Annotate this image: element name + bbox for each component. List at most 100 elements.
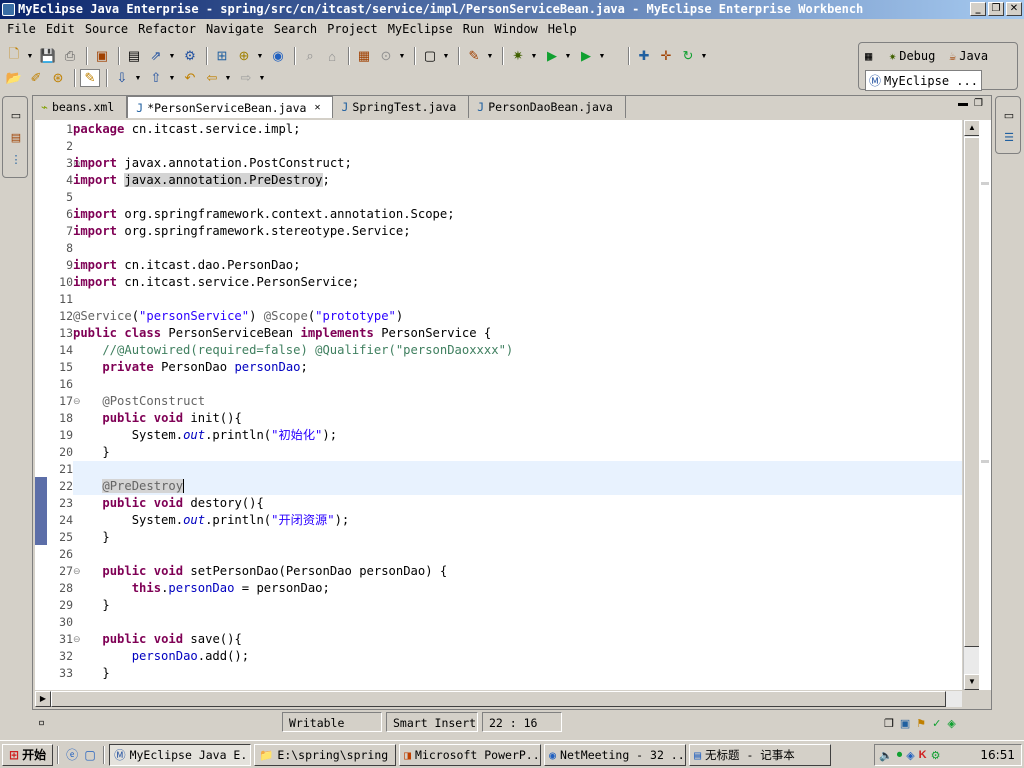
code-line[interactable]: } [73, 597, 962, 614]
debug-dropdown-icon[interactable]: ▼ [530, 47, 538, 65]
menu-window[interactable]: Window [489, 19, 542, 39]
code-line[interactable]: this.personDao = personDao; [73, 580, 962, 597]
tab-person-dao-bean[interactable]: J PersonDaoBean.java [469, 96, 626, 118]
code-line[interactable]: } [73, 444, 962, 461]
deploy-dropdown-icon[interactable]: ▼ [168, 47, 176, 65]
close-tab-icon[interactable]: ✕ [314, 102, 320, 113]
code-line[interactable] [73, 240, 962, 257]
tab-beans-xml[interactable]: ⌁ beans.xml [33, 96, 128, 118]
scroll-down-icon[interactable]: ▼ [964, 674, 980, 690]
scroll-up-icon[interactable]: ▲ [964, 120, 980, 136]
fast-view-icon[interactable]: ▫ [32, 712, 278, 732]
record-icon[interactable]: ⏺ [897, 749, 903, 762]
code-line[interactable]: System.out.println("开闭资源"); [73, 512, 962, 529]
forward-dropdown-icon[interactable]: ▼ [258, 69, 266, 87]
hierarchy-icon[interactable]: ⋮ [9, 153, 23, 167]
console-view-icon[interactable]: ▣ [900, 717, 910, 730]
code-line[interactable] [73, 291, 962, 308]
tray-app-icon[interactable]: ⚙ [931, 749, 941, 762]
k-icon[interactable]: K [919, 749, 927, 761]
task-explorer[interactable]: 📁 E:\spring\spring [254, 743, 397, 766]
code-editor[interactable]: 123⊖4567891011121314151617⊖1819202122⊖23… [35, 120, 962, 690]
back-icon[interactable]: ⇦ [202, 69, 222, 87]
horizontal-scroll-thumb[interactable] [51, 691, 946, 707]
network-icon[interactable]: ◈ [906, 749, 914, 762]
new-class-icon[interactable]: ✚ [634, 47, 654, 65]
show-desktop-icon[interactable]: ▢ [81, 746, 99, 764]
code-line[interactable] [73, 138, 962, 155]
forward-icon[interactable]: ⇨ [236, 69, 256, 87]
globe-icon[interactable]: ◉ [268, 47, 288, 65]
code-line[interactable]: //@Autowired(required=false) @Qualifier(… [73, 342, 962, 359]
package-icon[interactable]: ▣ [92, 47, 112, 65]
start-button[interactable]: ⊞ 开始 [2, 743, 54, 766]
restore-button[interactable]: ❐ [988, 2, 1004, 16]
menu-help[interactable]: Help [543, 19, 582, 39]
minimize-editor-icon[interactable]: ▬ [958, 98, 968, 109]
horizontal-scrollbar[interactable]: ◀ ▶ [35, 691, 962, 707]
code-line[interactable] [73, 546, 962, 563]
task-icon[interactable]: ▦ [354, 47, 374, 65]
code-line[interactable]: personDao.add(); [73, 648, 962, 665]
console-dropdown-icon[interactable]: ▼ [442, 47, 450, 65]
search-folder-icon[interactable]: ⊛ [48, 69, 68, 87]
menu-search[interactable]: Search [269, 19, 322, 39]
scroll-right-icon[interactable]: ▶ [35, 691, 51, 707]
code-line[interactable]: public void save(){ [73, 631, 962, 648]
code-line[interactable]: @PreDestroy [73, 478, 962, 495]
new-interface-icon[interactable]: ✛ [656, 47, 676, 65]
code-line[interactable]: public class PersonServiceBean implement… [73, 325, 962, 342]
back-dropdown-icon[interactable]: ▼ [224, 69, 232, 87]
code-line[interactable]: import cn.itcast.dao.PersonDao; [73, 257, 962, 274]
last-edit-icon[interactable]: ↶ [180, 69, 200, 87]
servers-icon[interactable]: ◈ [947, 717, 955, 730]
task-notepad[interactable]: ▤ 无标题 - 记事本 [689, 743, 832, 766]
maximize-editor-icon[interactable]: ❐ [974, 98, 983, 109]
outline-icon[interactable]: ☰ [1002, 131, 1016, 145]
close-window-button[interactable]: ✕ [1006, 2, 1022, 16]
new-java-project-icon[interactable]: ⊞ [212, 47, 232, 65]
run-external-icon[interactable]: ▶ [576, 47, 596, 65]
refresh-icon[interactable]: ↻ [678, 47, 698, 65]
code-line[interactable]: import org.springframework.context.annot… [73, 206, 962, 223]
code-line[interactable]: import cn.itcast.service.PersonService; [73, 274, 962, 291]
tasks-icon[interactable]: ✓ [932, 717, 941, 730]
code-line[interactable] [73, 461, 962, 478]
menu-navigate[interactable]: Navigate [201, 19, 269, 39]
problems-icon[interactable]: ⚑ [916, 717, 926, 730]
overview-ruler[interactable] [979, 120, 991, 690]
menu-myeclipse[interactable]: MyEclipse [383, 19, 458, 39]
menu-run[interactable]: Run [458, 19, 490, 39]
minimize-button[interactable]: _ [970, 2, 986, 16]
run-dropdown-icon[interactable]: ▼ [564, 47, 572, 65]
code-line[interactable]: import org.springframework.stereotype.Se… [73, 223, 962, 240]
refresh-dropdown-icon[interactable]: ▼ [700, 47, 708, 65]
vertical-scroll-thumb[interactable] [964, 137, 980, 647]
code-line[interactable]: package cn.itcast.service.impl; [73, 121, 962, 138]
perspective-debug[interactable]: ✷ Debug [889, 49, 935, 63]
prev-annotation-dropdown-icon[interactable]: ▼ [168, 69, 176, 87]
code-line[interactable]: @Service("personService") @Scope("protot… [73, 308, 962, 325]
run-external-dropdown-icon[interactable]: ▼ [598, 47, 606, 65]
new-dropdown-icon[interactable]: ▼ [26, 47, 34, 65]
menu-edit[interactable]: Edit [41, 19, 80, 39]
prev-annotation-icon[interactable]: ⇧ [146, 69, 166, 87]
menu-source[interactable]: Source [80, 19, 133, 39]
open-folder-icon[interactable]: 📂 [4, 69, 24, 87]
open-perspective-icon[interactable]: ⊙ [376, 47, 396, 65]
code-line[interactable] [73, 189, 962, 206]
code-line[interactable]: import javax.annotation.PostConstruct; [73, 155, 962, 172]
task-myeclipse[interactable]: Ⓜ MyEclipse Java E... [109, 743, 252, 766]
code-line[interactable]: @PostConstruct [73, 393, 962, 410]
code-line[interactable]: public void destory(){ [73, 495, 962, 512]
perspective-java[interactable]: ☕ Java [949, 49, 988, 63]
hibernate-icon[interactable]: ⌂ [322, 47, 342, 65]
window-title-bar[interactable]: MyEclipse Java Enterprise - spring/src/c… [0, 0, 1024, 19]
task-powerpoint[interactable]: ◨ Microsoft PowerP... [399, 743, 542, 766]
task-netmeeting[interactable]: ◉ NetMeeting - 32 ... [544, 743, 687, 766]
package-explorer-icon[interactable]: ▤ [9, 131, 23, 145]
new-icon[interactable]: 🗋 [4, 46, 24, 65]
code-line[interactable]: System.out.println("初始化"); [73, 427, 962, 444]
deploy-icon[interactable]: ⇗ [146, 47, 166, 65]
code-line[interactable] [73, 614, 962, 631]
